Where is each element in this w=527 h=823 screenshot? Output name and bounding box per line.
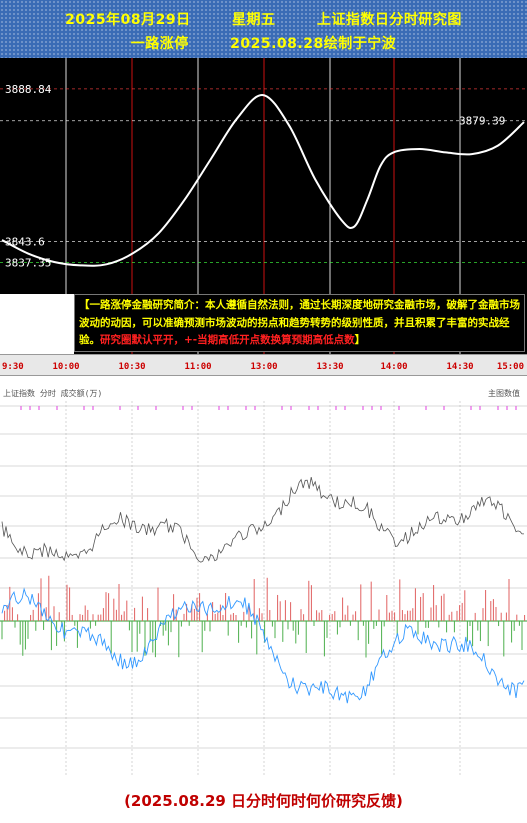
x-tick-label: 10:00 bbox=[52, 362, 79, 372]
lower-panel: 上证指数 分时 成交额(万) 主图数值 bbox=[0, 376, 527, 778]
y-value-label: 3888.84 bbox=[5, 83, 52, 96]
header-made-note: 2025.08.28绘制于宁波 bbox=[230, 36, 397, 52]
indicator-line-gray bbox=[1, 477, 524, 563]
x-tick-label: 15:00 bbox=[497, 362, 524, 372]
x-tick-label: 13:00 bbox=[250, 362, 277, 372]
header-weekday: 星期五 bbox=[231, 12, 276, 28]
time-axis-svg: 9:30 10:00 10:30 11:00 13:00 13:30 14:00 14:30 1… bbox=[2, 362, 524, 372]
time-axis: 9:30 10:00 10:30 11:00 13:00 13:30 14:00 14:30 1… bbox=[0, 354, 527, 376]
y-value-label: 3843.6 bbox=[5, 235, 45, 248]
x-tick-label: 10:30 bbox=[118, 362, 145, 372]
x-tick-label: 13:30 bbox=[316, 362, 343, 372]
footer-caption: (2025.08.29 日分时何时何价研究反馈) bbox=[124, 792, 403, 810]
header-date: 2025年08月29日 bbox=[65, 12, 191, 28]
x-tick-label: 11:00 bbox=[184, 362, 211, 372]
header-title: 上证指数日分时研究图 bbox=[316, 12, 462, 28]
lower-panel-svg: 上证指数 分时 成交额(万) 主图数值 bbox=[0, 388, 527, 776]
intro-box: 【一路涨停金融研究简介：本人遵循自然法则，通过长期深度地研究金融市场，破解了金融… bbox=[74, 294, 525, 352]
header-author: 一路涨停 bbox=[130, 36, 189, 52]
x-tick-label: 14:00 bbox=[380, 362, 407, 372]
header-line-1: 2025年08月29日 星期五 上证指数日分时研究图 bbox=[0, 9, 527, 29]
intro-highlight: 研究圈默认平开，+-当期高低开点数换算预期高低点数 bbox=[100, 334, 355, 346]
intro-close: 】 bbox=[354, 334, 366, 346]
x-tick-label: 9:30 bbox=[2, 362, 24, 372]
lower-panel-label: 上证指数 分时 成交额(万) bbox=[3, 388, 102, 398]
header-line-2: 一路涨停 2025.08.28绘制于宁波 bbox=[0, 33, 527, 53]
x-tick-label: 14:30 bbox=[446, 362, 473, 372]
lower-panel-right-label: 主图数值 bbox=[488, 388, 520, 398]
y-value-label: 3879.39 bbox=[459, 115, 505, 128]
header-banner: 2025年08月29日 星期五 上证指数日分时研究图 一路涨停 2025.08.… bbox=[0, 0, 527, 58]
blank-area bbox=[0, 294, 74, 354]
